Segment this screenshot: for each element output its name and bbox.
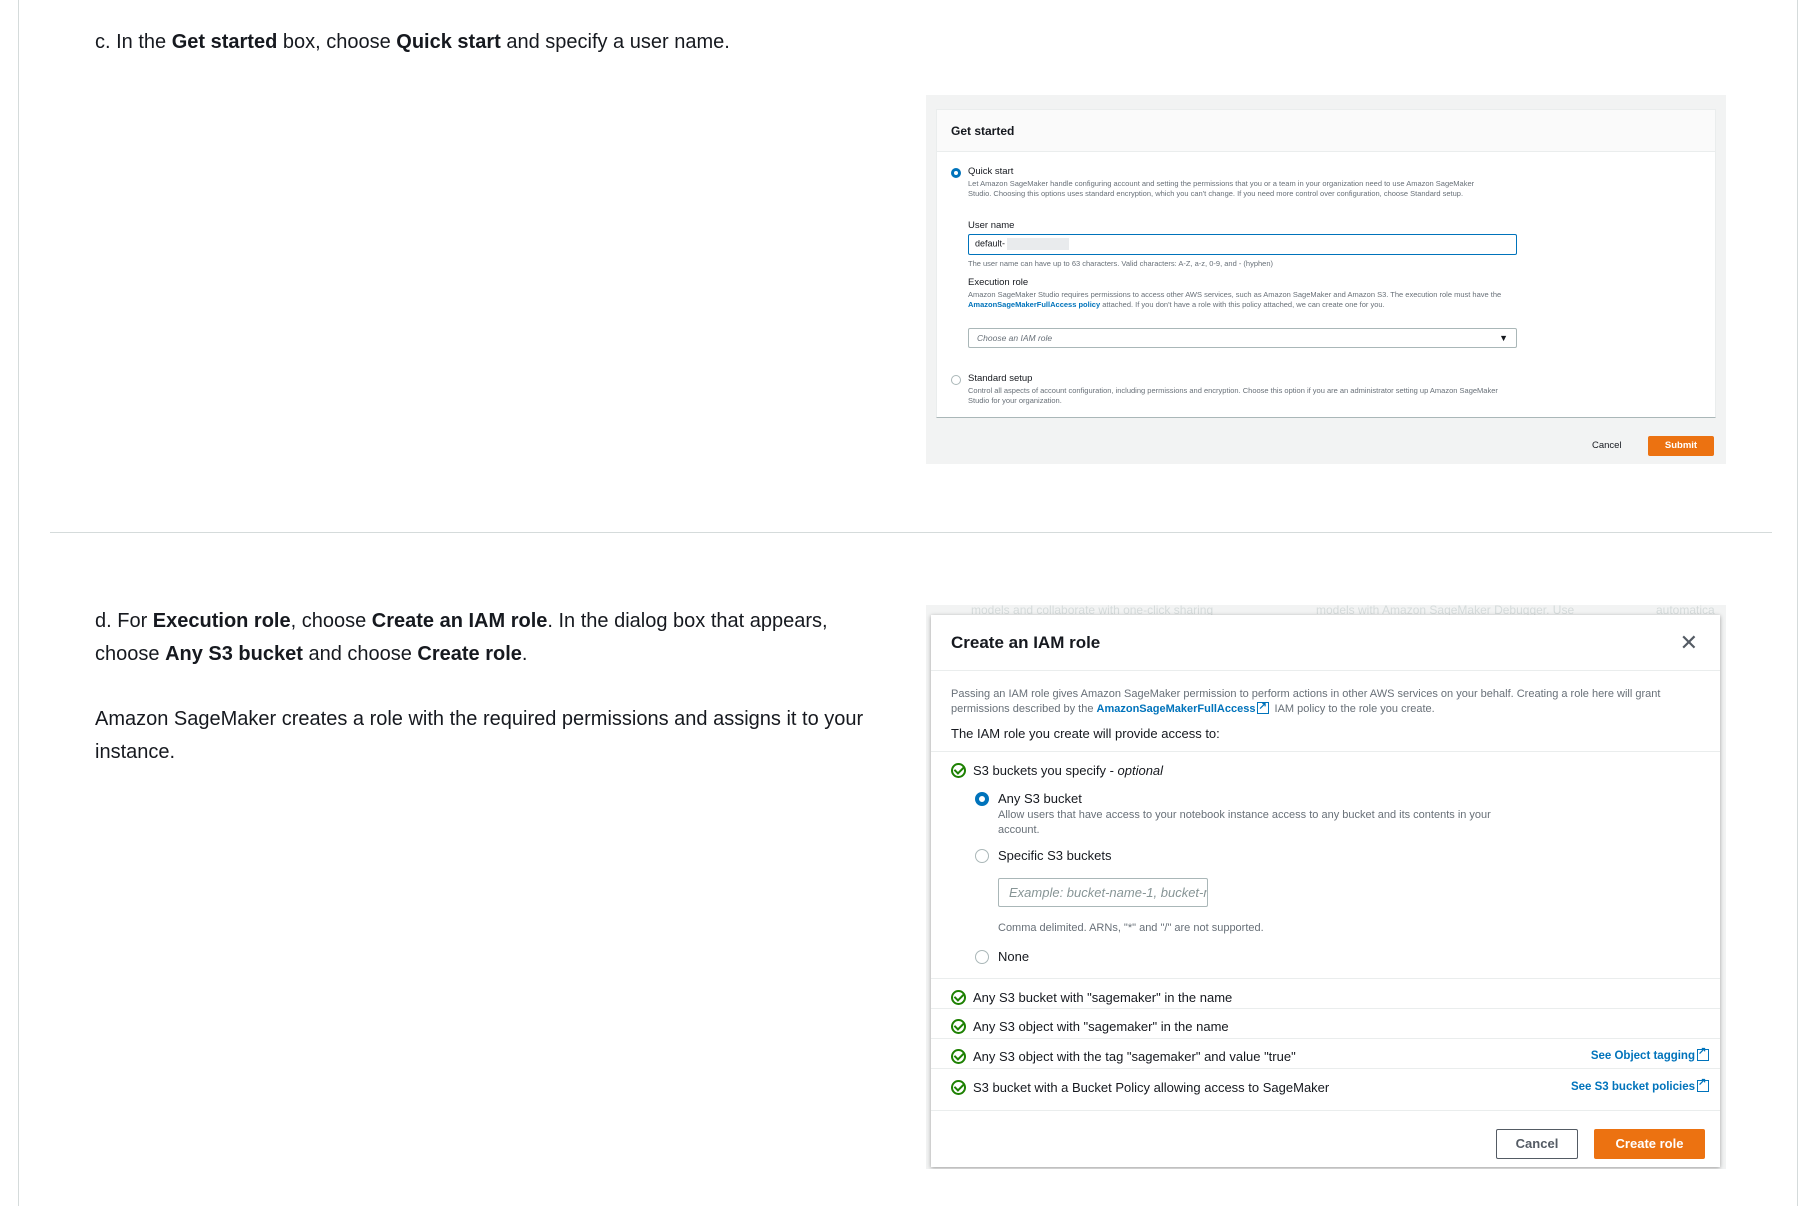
full-access-link[interactable]: AmazonSageMakerFullAccess <box>1097 703 1256 715</box>
full-access-policy-link[interactable]: AmazonSageMakerFullAccess policy <box>968 300 1100 309</box>
access-item: Any S3 object with "sagemaker" in the na… <box>973 1019 1229 1034</box>
none-radio[interactable] <box>975 950 989 964</box>
divider <box>931 978 1720 979</box>
section-divider <box>50 532 1772 533</box>
standard-setup-label: Standard setup <box>968 373 1033 384</box>
divider <box>931 1008 1720 1009</box>
step-c-text: c. In the Get started box, choose Quick … <box>95 31 730 53</box>
check-circle-icon <box>951 1049 966 1064</box>
user-name-label: User name <box>968 220 1015 231</box>
cancel-button[interactable]: Cancel <box>1496 1129 1578 1159</box>
redacted-username <box>1007 238 1070 250</box>
check-circle-icon <box>951 763 966 778</box>
s3-bucket-policies-link[interactable]: See S3 bucket policies <box>1531 1077 1711 1093</box>
close-icon[interactable]: ✕ <box>1680 630 1698 656</box>
dialog-header: Create an IAM role ✕ <box>931 615 1720 671</box>
object-tagging-link[interactable]: See Object tagging <box>1561 1046 1711 1062</box>
get-started-screenshot: Get started Quick start Let Amazon SageM… <box>926 95 1726 464</box>
standard-setup-radio[interactable] <box>951 375 961 385</box>
any-s3-bucket-description: Allow users that have access to your not… <box>998 809 1491 836</box>
create-iam-role-screenshot: models and collaborate with one-click sh… <box>926 605 1726 1169</box>
access-item: S3 bucket with a Bucket Policy allowing … <box>973 1080 1330 1095</box>
bucket-names-input[interactable]: Example: bucket-name-1, bucket-name-2 <box>998 878 1208 907</box>
external-link-icon <box>1697 1077 1709 1092</box>
quick-start-description: Let Amazon SageMaker handle configuring … <box>968 179 1475 198</box>
user-name-hint: The user name can have up to 63 characte… <box>968 259 1274 268</box>
specific-s3-buckets-radio[interactable] <box>975 849 989 863</box>
s3-buckets-label: S3 buckets you specify - optional <box>973 763 1164 778</box>
footer-divider <box>931 1110 1720 1111</box>
divider <box>931 751 1720 752</box>
bucket-names-hint: Comma delimited. ARNs, "*" and "/" are n… <box>998 922 1264 934</box>
external-link-icon <box>1697 1046 1709 1061</box>
get-started-title: Get started <box>937 110 1715 152</box>
any-s3-bucket-radio[interactable] <box>975 792 989 806</box>
check-circle-icon <box>951 1019 966 1034</box>
check-circle-icon <box>951 1080 966 1095</box>
divider <box>931 1068 1720 1069</box>
dialog-intro: Passing an IAM role gives Amazon SageMak… <box>951 687 1691 717</box>
execution-role-description: Amazon SageMaker Studio requires permiss… <box>968 290 1502 309</box>
access-item: Any S3 bucket with "sagemaker" in the na… <box>973 990 1233 1005</box>
execution-role-label: Execution role <box>968 277 1029 288</box>
access-item: Any S3 object with the tag "sagemaker" a… <box>973 1049 1296 1064</box>
step-d-text: d. For Execution role, choose Create an … <box>95 610 828 665</box>
check-circle-icon <box>951 990 966 1005</box>
specific-s3-buckets-label: Specific S3 buckets <box>998 848 1112 863</box>
divider <box>931 1038 1720 1039</box>
create-role-button[interactable]: Create role <box>1594 1129 1705 1159</box>
quick-start-radio[interactable] <box>951 168 961 178</box>
submit-button[interactable]: Submit <box>1648 436 1714 456</box>
any-s3-bucket-label: Any S3 bucket <box>998 791 1082 806</box>
dialog-title: Create an IAM role <box>951 633 1101 652</box>
iam-role-select[interactable]: Choose an IAM role ▼ <box>968 328 1517 348</box>
standard-setup-description: Control all aspects of account configura… <box>968 386 1498 405</box>
create-iam-role-dialog: Create an IAM role ✕ Passing an IAM role… <box>931 615 1720 1167</box>
cancel-button[interactable]: Cancel <box>1592 440 1622 451</box>
none-label: None <box>998 949 1030 964</box>
get-started-panel: Get started Quick start Let Amazon SageM… <box>936 109 1716 418</box>
provides-access-label: The IAM role you create will provide acc… <box>951 726 1220 741</box>
quick-start-label: Quick start <box>968 166 1014 177</box>
user-name-input[interactable]: default- <box>968 234 1517 255</box>
dropdown-caret-icon: ▼ <box>1499 333 1508 343</box>
external-link-icon <box>1257 699 1270 714</box>
step-d-result-text: Amazon SageMaker creates a role with the… <box>95 708 864 763</box>
